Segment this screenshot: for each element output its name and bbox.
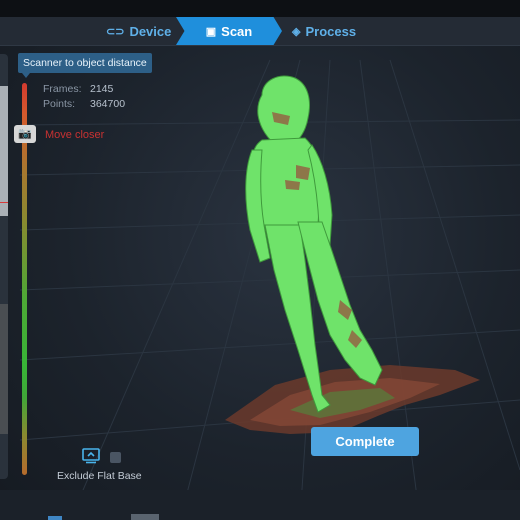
scanned-figure <box>245 75 383 413</box>
tab-scan-label: Scan <box>221 23 253 39</box>
distance-gauge-marker: 📷 <box>14 125 36 143</box>
flat-base-icon <box>82 448 100 464</box>
camera-preview-panel[interactable] <box>0 54 8 479</box>
tab-process[interactable]: ◈ Process <box>292 17 356 45</box>
frames-row: Frames: 2145 <box>43 82 125 97</box>
points-value: 364700 <box>90 97 126 110</box>
distance-hint: Move closer <box>45 129 105 141</box>
scan-scene <box>19 59 520 520</box>
preview-guide-line <box>0 202 8 203</box>
tab-process-label: Process <box>305 23 357 39</box>
tab-device[interactable]: ⊂⊃ Device <box>106 17 171 45</box>
3d-viewport[interactable] <box>0 0 520 520</box>
exclude-flat-base-checkbox[interactable] <box>110 452 121 463</box>
workflow-tabs: ⊂⊃ Device ▣ Scan ◈ Process <box>0 17 520 46</box>
camera-preview-image <box>0 86 8 216</box>
scan-frame-icon: ▣ <box>205 25 217 38</box>
camera-icon: 📷 <box>18 127 32 140</box>
tab-scan[interactable]: ▣ Scan <box>176 17 282 45</box>
window-top-strip <box>0 0 520 17</box>
points-label: Points: <box>43 97 76 110</box>
layers-icon: ◈ <box>292 25 301 38</box>
camera-preview-image-lower <box>0 304 8 434</box>
link-icon: ⊂⊃ <box>106 25 125 38</box>
scan-stats: Frames: 2145 Points: 364700 <box>43 82 125 111</box>
toolbar-item[interactable] <box>131 514 159 520</box>
points-row: Points: 364700 <box>43 97 125 112</box>
bottom-toolbar <box>0 490 520 520</box>
frames-value: 2145 <box>90 83 114 95</box>
ground-scan <box>225 365 480 434</box>
frames-label: Frames: <box>43 83 82 95</box>
toolbar-item[interactable] <box>48 516 62 520</box>
tab-device-label: Device <box>129 23 172 39</box>
complete-button[interactable]: Complete <box>311 427 419 456</box>
distance-tooltip: Scanner to object distance <box>18 53 152 78</box>
exclude-flat-base-label: Exclude Flat Base <box>57 470 142 482</box>
